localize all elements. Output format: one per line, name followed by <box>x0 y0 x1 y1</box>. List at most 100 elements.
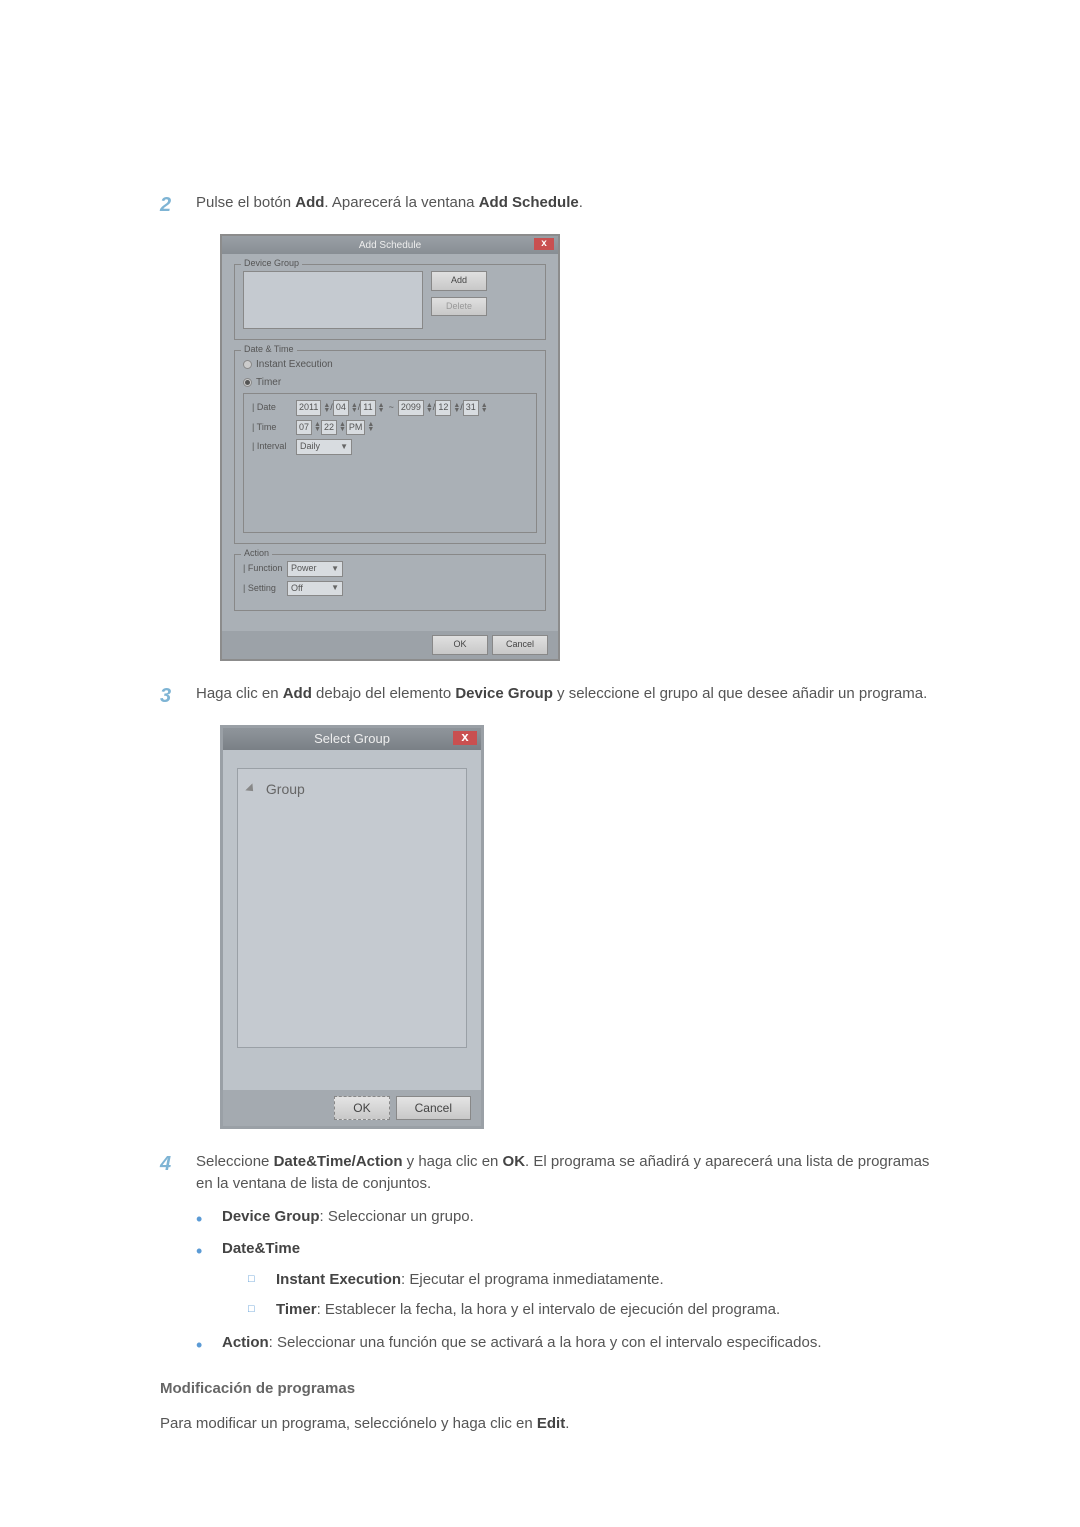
bold-label: Instant Execution <box>276 1271 401 1288</box>
ok-button[interactable]: OK <box>432 635 488 655</box>
radio-icon <box>243 360 252 369</box>
text: : Seleccionar un grupo. <box>320 1208 474 1225</box>
select-group-figure: Select Group x Group OK Cancel <box>220 725 940 1129</box>
setting-label: | Setting <box>243 582 287 596</box>
dialog-titlebar: Add Schedule x <box>222 236 558 254</box>
stepper-icon[interactable]: ▲▼ <box>367 422 374 432</box>
step-number: 4 <box>160 1149 196 1196</box>
tree-label: Group <box>266 781 305 797</box>
bold-label: Timer <box>276 1301 317 1318</box>
device-group-list[interactable] <box>243 271 423 329</box>
text: . Aparecerá la ventana <box>324 194 478 211</box>
bold-add-schedule: Add Schedule <box>479 194 579 211</box>
time-row: | Time 07▲▼ 22▲▼ PM▲▼ <box>252 420 528 436</box>
add-schedule-dialog: Add Schedule x Device Group Add Delete D… <box>220 234 560 661</box>
day-start-spinner[interactable]: 11 <box>360 400 375 416</box>
text: Haga clic en <box>196 685 283 702</box>
stepper-icon[interactable]: ▲▼ <box>323 403 330 413</box>
setting-value: Off <box>291 582 303 596</box>
stepper-icon[interactable]: ▲▼ <box>314 422 321 432</box>
chevron-down-icon: ▼ <box>331 563 339 575</box>
bullet-action: Action: Seleccionar una función que se a… <box>196 1332 940 1355</box>
stepper-icon[interactable]: ▲▼ <box>426 403 433 413</box>
interval-value: Daily <box>300 440 320 454</box>
interval-dropdown[interactable]: Daily ▼ <box>296 439 352 455</box>
cancel-button[interactable]: Cancel <box>396 1096 471 1120</box>
modify-text: Para modificar un programa, selecciónelo… <box>160 1413 940 1436</box>
dialog-footer: OK Cancel <box>222 631 558 659</box>
dialog-title: Select Group <box>314 729 390 749</box>
dialog-title: Add Schedule <box>359 238 421 253</box>
step-text: Haga clic en Add debajo del elemento Dev… <box>196 681 927 711</box>
dialog-titlebar: Select Group x <box>223 728 481 750</box>
instant-label: Instant Execution <box>256 357 333 372</box>
text: Pulse el botón <box>196 194 295 211</box>
timer-panel: | Date 2011▲▼ / 04▲▼ / 11▲▼ ~ 2099▲▼ / 1… <box>243 393 537 533</box>
minute-spinner[interactable]: 22 <box>321 420 337 436</box>
function-dropdown[interactable]: Power ▼ <box>287 561 343 577</box>
close-button[interactable]: x <box>534 238 554 250</box>
day-end-spinner[interactable]: 31 <box>463 400 479 416</box>
sub-bullet-list: Instant Execution: Ejecutar el programa … <box>248 1269 940 1322</box>
text: y seleccione el grupo al que desee añadi… <box>553 685 927 702</box>
cancel-button[interactable]: Cancel <box>492 635 548 655</box>
text: Para modificar un programa, selecciónelo… <box>160 1415 537 1432</box>
stepper-icon[interactable]: ▲▼ <box>453 403 460 413</box>
bold-device-group: Device Group <box>455 685 553 702</box>
text: . <box>565 1415 569 1432</box>
dialog-footer: OK Cancel <box>223 1090 481 1126</box>
ok-button[interactable]: OK <box>334 1096 389 1120</box>
date-label: | Date <box>252 401 296 415</box>
close-button[interactable]: x <box>453 731 477 745</box>
function-row: | Function Power ▼ <box>243 561 537 577</box>
step-2: 2 Pulse el botón Add. Aparecerá la venta… <box>160 190 940 220</box>
step-number: 3 <box>160 681 196 711</box>
text: : Ejecutar el programa inmediatamente. <box>401 1271 664 1288</box>
ampm-spinner[interactable]: PM <box>346 420 366 436</box>
tree-root-item[interactable]: Group <box>248 779 456 800</box>
timer-radio[interactable]: Timer <box>243 375 537 390</box>
text: : Seleccionar una función que se activar… <box>269 1334 822 1351</box>
text: : Establecer la fecha, la hora y el inte… <box>317 1301 781 1318</box>
bold-datetime-action: Date&Time/Action <box>274 1153 403 1170</box>
setting-dropdown[interactable]: Off ▼ <box>287 581 343 597</box>
chevron-down-icon: ▼ <box>340 441 348 453</box>
function-value: Power <box>291 562 317 576</box>
bullet-date-time: Date&Time Instant Execution: Ejecutar el… <box>196 1238 940 1322</box>
step-3: 3 Haga clic en Add debajo del elemento D… <box>160 681 940 711</box>
date-time-box: Date & Time Instant Execution Timer | Da… <box>234 350 546 544</box>
select-group-dialog: Select Group x Group OK Cancel <box>220 725 484 1129</box>
date-row: | Date 2011▲▼ / 04▲▼ / 11▲▼ ~ 2099▲▼ / 1… <box>252 400 528 416</box>
text: Seleccione <box>196 1153 274 1170</box>
modify-heading: Modificación de programas <box>160 1378 940 1401</box>
delete-button[interactable]: Delete <box>431 297 487 317</box>
stepper-icon[interactable]: ▲▼ <box>339 422 346 432</box>
stepper-icon[interactable]: ▲▼ <box>351 403 358 413</box>
month-end-spinner[interactable]: 12 <box>435 400 451 416</box>
expand-icon <box>245 783 256 794</box>
action-box: Action | Function Power ▼ | Setting Off … <box>234 554 546 611</box>
sub-bullet-timer: Timer: Establecer la fecha, la hora y el… <box>248 1299 940 1322</box>
stepper-icon[interactable]: ▲▼ <box>378 403 385 413</box>
dialog-body: Device Group Add Delete Date & Time Inst… <box>222 254 558 631</box>
add-button[interactable]: Add <box>431 271 487 291</box>
hour-spinner[interactable]: 07 <box>296 420 312 436</box>
step-4: 4 Seleccione Date&Time/Action y haga cli… <box>160 1149 940 1196</box>
bold-label: Action <box>222 1334 269 1351</box>
instant-execution-radio[interactable]: Instant Execution <box>243 357 537 372</box>
stepper-icon[interactable]: ▲▼ <box>481 403 488 413</box>
bold-label: Device Group <box>222 1208 320 1225</box>
sub-bullet-instant: Instant Execution: Ejecutar el programa … <box>248 1269 940 1292</box>
time-label: | Time <box>252 421 296 435</box>
year-start-spinner[interactable]: 2011 <box>296 400 321 416</box>
group-tree[interactable]: Group <box>237 768 467 1048</box>
month-start-spinner[interactable]: 04 <box>333 400 349 416</box>
text: y haga clic en <box>402 1153 502 1170</box>
setting-row: | Setting Off ▼ <box>243 581 537 597</box>
text: . <box>579 194 583 211</box>
bullet-device-group: Device Group: Seleccionar un grupo. <box>196 1206 940 1229</box>
year-end-spinner[interactable]: 2099 <box>398 400 424 416</box>
bold-add: Add <box>295 194 324 211</box>
bold-edit: Edit <box>537 1415 565 1432</box>
text: debajo del elemento <box>312 685 455 702</box>
